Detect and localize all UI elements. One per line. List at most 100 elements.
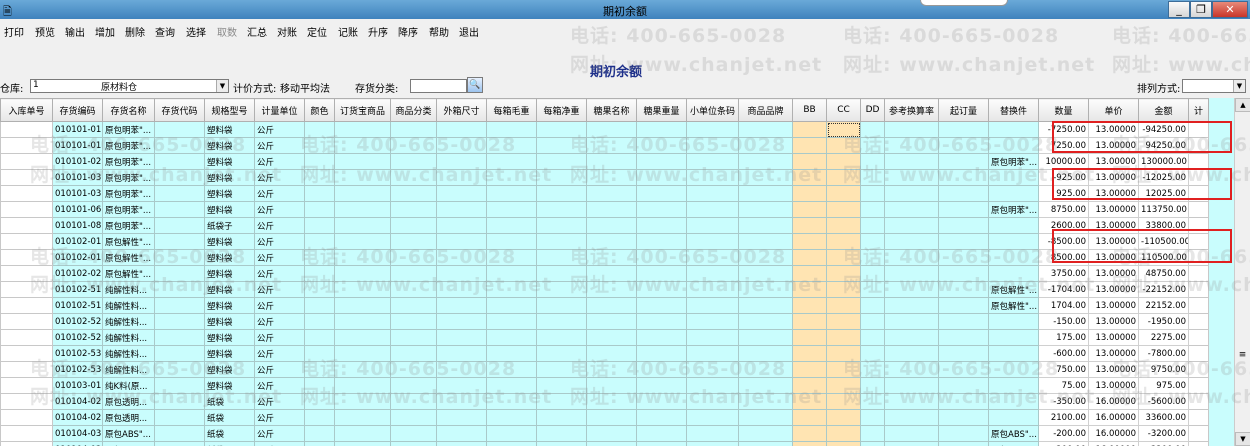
- table-cell[interactable]: [536, 393, 587, 410]
- table-cell[interactable]: [938, 121, 989, 138]
- menu-item[interactable]: 汇总: [247, 24, 267, 39]
- table-cell[interactable]: [792, 425, 827, 442]
- table-cell[interactable]: [154, 137, 205, 154]
- table-cell[interactable]: 010101-01: [52, 121, 103, 138]
- table-cell[interactable]: [586, 361, 637, 378]
- table-cell[interactable]: [1188, 249, 1209, 266]
- table-cell[interactable]: [938, 393, 989, 410]
- table-cell[interactable]: [0, 201, 53, 218]
- table-cell[interactable]: [334, 345, 391, 362]
- column-header[interactable]: 规格型号: [204, 98, 255, 122]
- table-cell[interactable]: [154, 361, 205, 378]
- table-cell[interactable]: [390, 345, 437, 362]
- table-cell[interactable]: [0, 377, 53, 394]
- table-cell[interactable]: 94250.00: [1138, 137, 1189, 154]
- table-cell[interactable]: [586, 121, 637, 138]
- table-cell[interactable]: [1188, 265, 1209, 282]
- table-cell[interactable]: -1704.00: [1038, 281, 1089, 298]
- table-cell[interactable]: 16.00000: [1088, 441, 1139, 446]
- menu-item[interactable]: 增加: [95, 24, 115, 39]
- table-cell[interactable]: [486, 217, 537, 234]
- table-cell[interactable]: 010104-03: [52, 425, 103, 442]
- table-cell[interactable]: [334, 233, 391, 250]
- table-cell[interactable]: 3200.00: [1138, 441, 1189, 446]
- table-cell[interactable]: [436, 217, 487, 234]
- table-cell[interactable]: [988, 137, 1039, 154]
- menu-item[interactable]: 升序: [368, 24, 388, 39]
- table-cell[interactable]: 塑料袋: [204, 345, 255, 362]
- column-header[interactable]: 存货代码: [154, 98, 205, 122]
- table-cell[interactable]: [586, 233, 637, 250]
- table-cell[interactable]: [304, 249, 335, 266]
- table-row[interactable]: 010102-53 纯解性料... 塑料袋 公斤 750.00 13.00000 9750.…: [0, 361, 1209, 378]
- column-header[interactable]: 商品分类: [390, 98, 437, 122]
- scroll-thumb[interactable]: ≡: [1236, 350, 1249, 364]
- table-cell[interactable]: [738, 297, 793, 314]
- table-cell[interactable]: 010102-01: [52, 249, 103, 266]
- table-cell[interactable]: 33600.00: [1138, 409, 1189, 426]
- table-cell[interactable]: 塑料袋: [204, 249, 255, 266]
- table-cell[interactable]: [536, 377, 587, 394]
- table-cell[interactable]: 公斤: [254, 297, 305, 314]
- table-cell[interactable]: [154, 297, 205, 314]
- table-cell[interactable]: 010104-02: [52, 409, 103, 426]
- table-cell[interactable]: 10000.00: [1038, 153, 1089, 170]
- table-cell[interactable]: [0, 121, 53, 138]
- table-cell[interactable]: [884, 361, 939, 378]
- table-cell[interactable]: [792, 185, 827, 202]
- table-cell[interactable]: 原包明苯"...: [102, 169, 155, 186]
- table-cell[interactable]: [860, 169, 885, 186]
- table-cell[interactable]: 130000.00: [1138, 153, 1189, 170]
- table-cell[interactable]: [0, 281, 53, 298]
- table-cell[interactable]: [1188, 233, 1209, 250]
- table-cell[interactable]: [436, 265, 487, 282]
- table-cell[interactable]: [884, 121, 939, 138]
- table-cell[interactable]: 750.00: [1038, 361, 1089, 378]
- table-row[interactable]: 010104-03原包ABS"...纸袋公斤原包ABS"...200.0016.…: [0, 441, 1209, 446]
- table-cell[interactable]: 公斤: [254, 249, 305, 266]
- table-cell[interactable]: [738, 169, 793, 186]
- table-cell[interactable]: [1188, 425, 1209, 442]
- table-cell[interactable]: [536, 345, 587, 362]
- table-cell[interactable]: 010101-02: [52, 153, 103, 170]
- table-cell[interactable]: -350.00: [1038, 393, 1089, 410]
- table-cell[interactable]: [0, 409, 53, 426]
- table-cell[interactable]: 13.00000: [1088, 265, 1139, 282]
- table-cell[interactable]: 16.00000: [1088, 425, 1139, 442]
- column-header[interactable]: 外箱尺寸: [436, 98, 487, 122]
- table-cell[interactable]: [536, 153, 587, 170]
- table-cell[interactable]: [738, 345, 793, 362]
- table-cell[interactable]: [988, 409, 1039, 426]
- table-cell[interactable]: [436, 185, 487, 202]
- table-cell[interactable]: [938, 345, 989, 362]
- table-cell[interactable]: [436, 297, 487, 314]
- table-cell[interactable]: 200.00: [1038, 441, 1089, 446]
- table-cell[interactable]: 2600.00: [1038, 217, 1089, 234]
- table-row[interactable]: 010101-01 原包明苯"... 塑料袋 公斤 7250.00 13.00000 942…: [0, 137, 1209, 154]
- table-cell[interactable]: [826, 201, 861, 218]
- table-cell[interactable]: [988, 393, 1039, 410]
- table-cell[interactable]: 原包明苯"...: [102, 153, 155, 170]
- table-cell[interactable]: 塑料袋: [204, 185, 255, 202]
- column-header[interactable]: 每箱毛重: [486, 98, 537, 122]
- table-cell[interactable]: [390, 329, 437, 346]
- table-cell[interactable]: [154, 345, 205, 362]
- table-cell[interactable]: [686, 393, 739, 410]
- table-cell[interactable]: 原包ABS"...: [988, 425, 1039, 442]
- table-cell[interactable]: [988, 329, 1039, 346]
- table-cell[interactable]: 原包明苯"...: [102, 185, 155, 202]
- table-cell[interactable]: 13.00000: [1088, 121, 1139, 138]
- table-row[interactable]: 010104-03 原包ABS"... 纸袋 公斤 原包ABS"... -200.00 16…: [0, 425, 1209, 442]
- table-cell[interactable]: 公斤: [254, 425, 305, 442]
- table-cell[interactable]: [0, 153, 53, 170]
- table-cell[interactable]: 48750.00: [1138, 265, 1189, 282]
- menu-item[interactable]: 降序: [398, 24, 418, 39]
- table-row[interactable]: 010102-51 纯解性料... 塑料袋 公斤 原包解性"... -1704.00 13.…: [0, 281, 1209, 298]
- table-cell[interactable]: [536, 409, 587, 426]
- table-cell[interactable]: [636, 249, 687, 266]
- table-cell[interactable]: [792, 233, 827, 250]
- table-cell[interactable]: [334, 169, 391, 186]
- table-cell[interactable]: 010102-51: [52, 281, 103, 298]
- table-cell[interactable]: [686, 265, 739, 282]
- table-cell[interactable]: 010102-02: [52, 265, 103, 282]
